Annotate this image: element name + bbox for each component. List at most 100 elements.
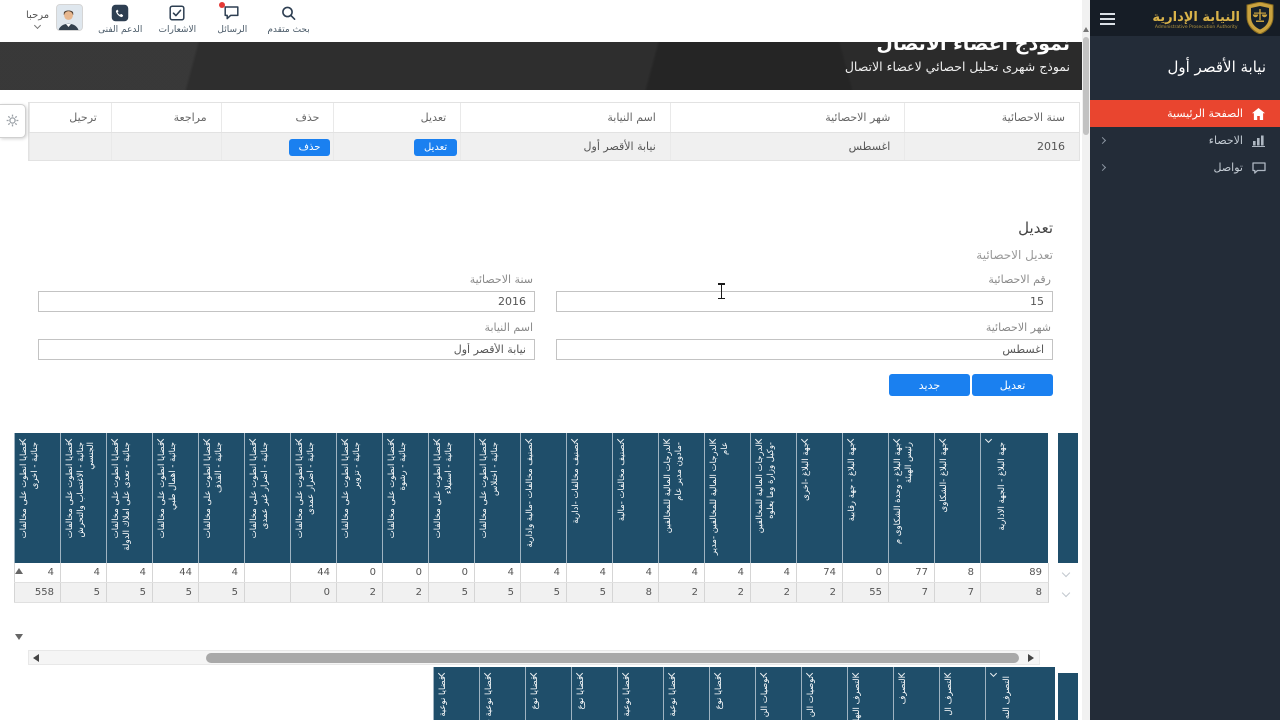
records-col-header: مراجعة — [111, 103, 221, 132]
stats-cell: 5 — [428, 583, 474, 602]
stats-column-header[interactable]: قضايا انطوت على مخالفات جنائية - تزوير — [336, 433, 382, 563]
horizontal-scrollbar[interactable] — [28, 650, 1040, 665]
records-col-header: ترحيل — [29, 103, 111, 132]
row-expander-chevron[interactable] — [1062, 589, 1070, 597]
stats-cell: 74 — [796, 563, 842, 582]
stats-cell: 4 — [60, 563, 106, 582]
stats-column-label: قضايا انطوت على مخالفات جنائية - استيلاء — [433, 442, 471, 556]
sidebar-item-contact[interactable]: تواصل — [1090, 154, 1280, 181]
stats-column-header[interactable]: تصنيف مخالفات -ادارية — [566, 433, 612, 563]
bottom-column-header[interactable]: التصرف ال — [939, 667, 985, 720]
topbar-messages[interactable]: الرسائل — [212, 4, 252, 35]
vertical-scroll-thumb[interactable] — [1083, 37, 1089, 135]
bottom-column-header[interactable]: التصرف النها — [847, 667, 893, 720]
gear-icon — [6, 112, 19, 131]
stats-column-header[interactable]: قضايا انطوت على مخالفات جنائية - استيلاء — [428, 433, 474, 563]
stats-cell: 89 — [980, 563, 1048, 582]
horizontal-scroll-thumb[interactable] — [206, 653, 1019, 663]
records-col-header: حذف — [221, 103, 334, 132]
stats-column-header[interactable]: جهة البلاغ -اخرى — [796, 433, 842, 563]
stats-data-row: 89877074444444400044444444 — [14, 563, 1049, 583]
stats-column-header[interactable]: الدرجات المالية للمخالفين -مدير عام — [704, 433, 750, 563]
edit-submit-button[interactable]: تعديل — [972, 374, 1053, 396]
scroll-left-arrow[interactable] — [33, 654, 39, 662]
bottom-column-label: التصرف ال — [944, 676, 982, 720]
scroll-right-arrow[interactable] — [1028, 654, 1034, 662]
bottom-column-header[interactable]: توصيات الن — [755, 667, 801, 720]
stats-column-header[interactable]: جهة البلاغ - جهة رقابية — [842, 433, 888, 563]
avatar[interactable] — [56, 4, 83, 31]
stats-column-header[interactable]: الدرجات المالية للمخالفين -وكيل وزارة وم… — [750, 433, 796, 563]
stats-cell: 0 — [382, 563, 428, 582]
topbar-notifications[interactable]: الاشعارات — [157, 4, 197, 35]
records-cell: 2016 — [904, 133, 1079, 160]
form-input-1[interactable] — [38, 291, 535, 312]
stats-column-label: تصنيف مخالفات -ادارية — [571, 442, 609, 556]
topbar-support[interactable]: الدعم الفنى — [98, 4, 142, 35]
new-button[interactable]: جديد — [889, 374, 970, 396]
welcome-label: مرحبا — [26, 10, 49, 21]
user-menu[interactable]: مرحبا — [26, 4, 83, 31]
stats-column-header[interactable]: جهة البلاغ - وحدة الشكاوى م رئيس الهيئة — [888, 433, 934, 563]
stats-column-label: تصنيف مخالفات -مالية — [617, 442, 655, 556]
messages-icon — [223, 4, 241, 22]
stats-column-header[interactable]: قضايا انطوت على مخالفات جنائية - اضرار غ… — [244, 433, 290, 563]
hamburger-menu-icon[interactable] — [1100, 13, 1115, 28]
brand-subtitle: Administrative Prosecution Authority — [1152, 25, 1240, 30]
bottom-column-header[interactable]: التصرف النه — [985, 667, 1055, 720]
stats-column-header[interactable]: قضايا انطوت على مخالفات جنائية - القذف — [198, 433, 244, 563]
bottom-column-header[interactable]: التصرف — [893, 667, 939, 720]
form-field-label: شهر الاحصائية — [556, 321, 1051, 334]
bottom-column-header[interactable]: قضايا نوعية وا — [433, 667, 479, 720]
bottom-column-header[interactable]: توصيات الن — [801, 667, 847, 720]
stats-cell: 2 — [750, 583, 796, 602]
sidebar-item-home[interactable]: الصفحة الرئيسية — [1090, 100, 1280, 127]
welcome-dropdown[interactable]: مرحبا — [26, 10, 49, 28]
row-scroll-up-arrow[interactable] — [15, 568, 23, 574]
bottom-column-header[interactable]: قضايا نوع — [709, 667, 755, 720]
stats-column-header[interactable]: الدرجات المالية للمخالفين -مادون مدير عا… — [658, 433, 704, 563]
stats-column-header[interactable]: قضايا انطوت على مخالفات جنائية - الاغتصا… — [60, 433, 106, 563]
row-delete-button[interactable]: حذف — [289, 139, 331, 156]
stats-column-header[interactable]: قضايا انطوت على مخالفات جنائية - اهمال ط… — [152, 433, 198, 563]
stats-cell: 4 — [750, 563, 796, 582]
row-edit-button[interactable]: تعديل — [414, 139, 457, 156]
grid-settings-button[interactable] — [0, 104, 26, 138]
bottom-column-header[interactable]: قضايا نوع — [525, 667, 571, 720]
home-icon — [1251, 108, 1266, 120]
scroll-up-arrow[interactable] — [1083, 27, 1089, 32]
stats-column-header[interactable]: قضايا انطوت على مخالفات جنائية - رشوة — [382, 433, 428, 563]
stats-column-label: قضايا انطوت على مخالفات جنائية - تزوير — [341, 442, 379, 556]
sidebar-item-stats[interactable]: الاحصاء — [1090, 127, 1280, 154]
form-input-0[interactable] — [556, 291, 1053, 312]
stats-column-header[interactable]: قضايا انطوت على مخالفات جنائية - اضرار ع… — [290, 433, 336, 563]
row-scroll-down-arrow[interactable] — [15, 634, 23, 640]
bottom-column-label: التصرف النه — [1002, 676, 1040, 720]
topbar-search[interactable]: بحث متقدم — [267, 4, 309, 35]
form-input-3[interactable] — [38, 339, 535, 360]
stats-cell: 0 — [290, 583, 336, 602]
row-expander-chevron[interactable] — [1062, 569, 1070, 577]
stats-column-header[interactable]: تصنيف مخالفات -مالية — [612, 433, 658, 563]
form-input-2[interactable] — [556, 339, 1053, 360]
stats-column-label: جهة البلاغ -اخرى — [801, 442, 839, 556]
stats-column-header[interactable]: قضايا انطوت على مخالفات جنائية - اختلاس — [474, 433, 520, 563]
stats-column-label: جهة البلاغ - الجهة الادارية — [997, 442, 1035, 556]
stats-column-header[interactable]: تصنيف مخالفات -مالية وادارية — [520, 433, 566, 563]
stats-cell: 4 — [198, 563, 244, 582]
stats-cell: 4 — [566, 563, 612, 582]
stats-column-header[interactable]: قضايا انطوت على مخالفات جنائية - اخرى — [14, 433, 60, 563]
bottom-column-header[interactable]: قضايا نوع — [571, 667, 617, 720]
records-header-row: سنة الاحصائيةشهر الاحصائيةاسم النيابةتعد… — [28, 102, 1080, 132]
stats-column-header[interactable]: جهة البلاغ - الجهة الادارية — [980, 433, 1048, 563]
bottom-column-header[interactable]: قضايا نوعية العمرا — [617, 667, 663, 720]
stats-column-header[interactable]: جهة البلاغ -الشكاوى — [934, 433, 980, 563]
form-heading: تعديل — [38, 219, 1053, 237]
records-cell: نيابة الأقصر أول — [460, 133, 670, 160]
bottom-column-header[interactable]: قضايا نوعية - — [479, 667, 525, 720]
bottom-table-header: التصرف النهالتصرف الالتصرفالتصرف النهاتو… — [433, 667, 1055, 720]
bottom-column-header[interactable]: قضايا نوعية والتح — [663, 667, 709, 720]
bottom-column-label: توصيات الن — [806, 676, 844, 720]
stats-column-header[interactable]: قضايا انطوت على مخالفات جنائية - تعدى عل… — [106, 433, 152, 563]
stats-cell: 7 — [934, 583, 980, 602]
